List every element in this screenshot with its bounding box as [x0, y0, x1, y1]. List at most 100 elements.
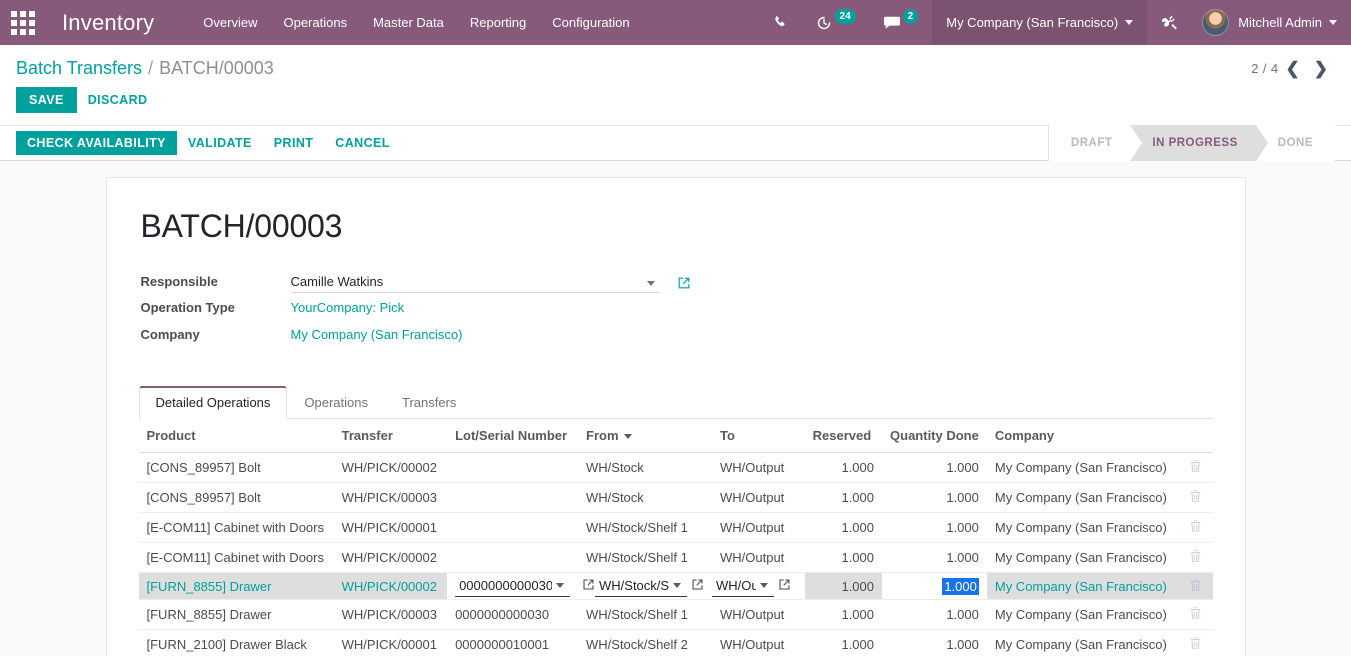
cell-product[interactable]: [FURN_8855] Drawer: [139, 573, 334, 600]
chevron-down-icon[interactable]: [647, 281, 655, 286]
column-header-to[interactable]: To: [712, 419, 805, 453]
lot-serial-input[interactable]: [459, 576, 552, 595]
menu-item-configuration[interactable]: Configuration: [539, 0, 642, 45]
menu-item-operations[interactable]: Operations: [270, 0, 360, 45]
discard-button[interactable]: DISCARD: [77, 87, 159, 113]
internal-link-icon[interactable]: [691, 578, 704, 594]
trash-icon[interactable]: [1189, 606, 1202, 623]
to-location-field[interactable]: [712, 575, 774, 597]
company-value[interactable]: My Company (San Francisco): [291, 327, 463, 342]
table-row[interactable]: [E-COM11] Cabinet with Doors WH/PICK/000…: [139, 513, 1213, 543]
trash-icon[interactable]: [1189, 489, 1202, 506]
quantity-done-input[interactable]: 1.000: [942, 578, 979, 595]
tab-detailed-operations[interactable]: Detailed Operations: [139, 386, 288, 419]
from-location-field[interactable]: [595, 575, 687, 597]
pager-next-button[interactable]: ❯: [1307, 60, 1335, 77]
cell-company: My Company (San Francisco): [987, 600, 1180, 630]
cell-transfer: WH/PICK/00002: [334, 543, 447, 573]
cell-reserved: 1.000: [805, 630, 882, 657]
responsible-input[interactable]: [291, 273, 659, 293]
cell-actions: [1180, 483, 1212, 513]
trash-icon[interactable]: [1189, 636, 1202, 653]
status-step-in-progress[interactable]: IN PROGRESS: [1130, 125, 1255, 161]
chevron-down-icon[interactable]: [556, 583, 564, 588]
user-menu-button[interactable]: Mitchell Admin: [1192, 0, 1351, 45]
to-location-wrap: [712, 575, 797, 597]
table-row[interactable]: [FURN_8855] Drawer WH/PICK/00003 0000000…: [139, 600, 1213, 630]
table-row[interactable]: [FURN_2100] Drawer Black WH/PICK/00001 0…: [139, 630, 1213, 657]
cell-product: [FURN_2100] Drawer Black: [139, 630, 334, 657]
trash-icon[interactable]: [1189, 459, 1202, 476]
apps-menu-button[interactable]: [0, 0, 46, 45]
table-row[interactable]: [CONS_89957] Bolt WH/PICK/00002 WH/Stock…: [139, 453, 1213, 483]
messaging-menu-button[interactable]: 2: [870, 0, 933, 45]
table-row[interactable]: [CONS_89957] Bolt WH/PICK/00003 WH/Stock…: [139, 483, 1213, 513]
cell-company: My Company (San Francisco): [987, 483, 1180, 513]
column-header-lot-serial-number[interactable]: Lot/Serial Number: [447, 419, 578, 453]
internal-link-icon[interactable]: [582, 578, 595, 594]
trash-icon[interactable]: [1189, 549, 1202, 566]
top-navbar: Inventory Overview Operations Master Dat…: [0, 0, 1351, 45]
validate-button[interactable]: VALIDATE: [177, 131, 263, 155]
phone-icon[interactable]: [759, 0, 802, 45]
cell-actions: [1180, 513, 1212, 543]
tab-operations[interactable]: Operations: [287, 386, 385, 419]
check-availability-button[interactable]: CHECK AVAILABILITY: [16, 131, 177, 155]
save-button[interactable]: SAVE: [16, 87, 77, 113]
menu-item-overview[interactable]: Overview: [190, 0, 270, 45]
tab-transfers[interactable]: Transfers: [385, 386, 473, 419]
control-panel: Batch Transfers / BATCH/00003 2 / 4 ❮ ❯ …: [0, 45, 1351, 125]
from-location-wrap: [578, 575, 704, 597]
column-header-company[interactable]: Company: [987, 419, 1180, 453]
field-label-company: Company: [141, 327, 291, 342]
cell-reserved: 1.000: [805, 453, 882, 483]
table-row-editing[interactable]: [FURN_8855] Drawer WH/PICK/00002: [139, 573, 1213, 600]
field-label-operation-type: Operation Type: [141, 300, 291, 315]
chevron-down-icon[interactable]: [673, 583, 681, 588]
cell-from: WH/Stock: [578, 453, 712, 483]
app-brand-inventory[interactable]: Inventory: [46, 10, 166, 36]
cell-product: [CONS_89957] Bolt: [139, 453, 334, 483]
column-header-quantity-done[interactable]: Quantity Done: [882, 419, 987, 453]
internal-link-icon[interactable]: [778, 578, 791, 594]
column-header-product[interactable]: Product: [139, 419, 334, 453]
chevron-down-icon[interactable]: [760, 583, 768, 588]
lot-serial-field[interactable]: [455, 575, 570, 597]
cell-company: My Company (San Francisco): [987, 543, 1180, 573]
cell-to-editable[interactable]: [712, 573, 805, 600]
menu-item-reporting[interactable]: Reporting: [457, 0, 539, 45]
column-header-reserved[interactable]: Reserved: [805, 419, 882, 453]
cell-lot: [447, 513, 578, 543]
from-location-input[interactable]: [599, 576, 669, 595]
trash-icon[interactable]: [1189, 519, 1202, 536]
cell-company: My Company (San Francisco): [987, 453, 1180, 483]
cell-actions: [1180, 630, 1212, 657]
status-step-draft[interactable]: DRAFT: [1049, 125, 1130, 161]
cell-from-editable[interactable]: [578, 573, 712, 600]
cell-transfer[interactable]: WH/PICK/00002: [334, 573, 447, 600]
pager-previous-button[interactable]: ❮: [1279, 60, 1307, 77]
activity-menu-button[interactable]: 24: [802, 0, 870, 45]
cancel-button[interactable]: CANCEL: [324, 131, 400, 155]
column-header-from[interactable]: From: [578, 419, 712, 453]
cell-reserved: 1.000: [805, 543, 882, 573]
chevron-down-icon: [1125, 20, 1133, 25]
trash-icon[interactable]: [1189, 578, 1202, 595]
breadcrumb-root-link[interactable]: Batch Transfers: [16, 58, 142, 79]
to-location-input[interactable]: [716, 576, 756, 595]
company-switcher[interactable]: My Company (San Francisco): [932, 0, 1147, 45]
menu-item-master-data[interactable]: Master Data: [360, 0, 457, 45]
cell-actions: [1180, 453, 1212, 483]
print-button[interactable]: PRINT: [263, 131, 325, 155]
table-row[interactable]: [E-COM11] Cabinet with Doors WH/PICK/000…: [139, 543, 1213, 573]
company-switcher-label: My Company (San Francisco): [946, 15, 1118, 30]
cell-reserved: 1.000: [805, 573, 882, 600]
cell-quantity-done-editable[interactable]: 1.000: [882, 573, 987, 600]
developer-tools-icon[interactable]: [1147, 0, 1192, 45]
cell-transfer: WH/PICK/00003: [334, 483, 447, 513]
operation-type-value[interactable]: YourCompany: Pick: [291, 300, 405, 315]
column-header-transfer[interactable]: Transfer: [334, 419, 447, 453]
internal-link-icon[interactable]: [677, 276, 691, 290]
cell-lot-editable[interactable]: [447, 573, 578, 600]
cell-to: WH/Output: [712, 483, 805, 513]
